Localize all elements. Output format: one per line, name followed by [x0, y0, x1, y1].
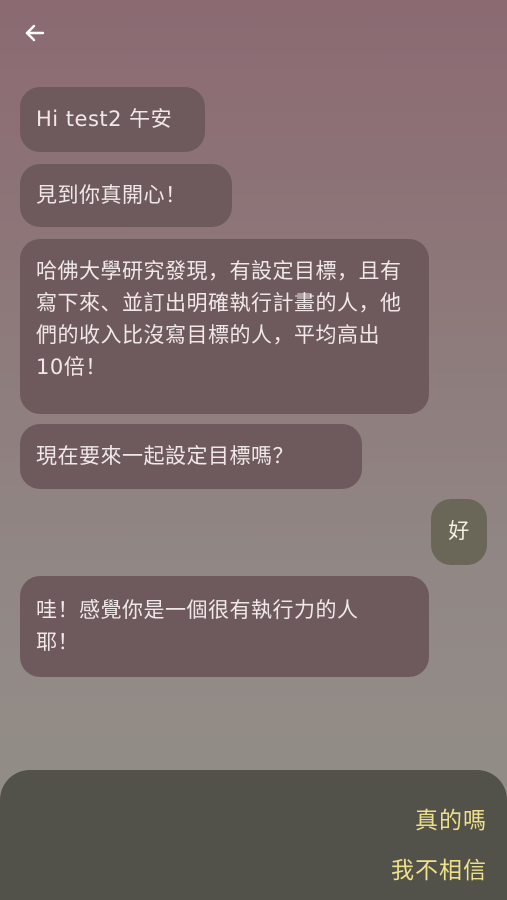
- quick-reply-disbelieve[interactable]: 我不相信: [391, 851, 487, 885]
- back-button[interactable]: [18, 18, 52, 52]
- chat-message-user: 好: [431, 499, 487, 565]
- chat-message-bot: Hi test2 午安: [20, 87, 205, 152]
- chat-message-bot: 哇！感覺你是一個很有執行力的人耶！: [20, 576, 429, 677]
- chat-message-bot: 現在要來一起設定目標嗎？: [20, 424, 362, 489]
- quick-reply-panel: 真的嗎 我不相信: [0, 770, 507, 900]
- chat-message-bot: 哈佛大學研究發現，有設定目標，且有寫下來、並訂出明確執行計畫的人，他們的收入比沒…: [20, 239, 429, 414]
- arrow-left-icon: [23, 21, 47, 49]
- quick-reply-true[interactable]: 真的嗎: [415, 801, 487, 835]
- chat-message-bot: 見到你真開心！: [20, 164, 232, 227]
